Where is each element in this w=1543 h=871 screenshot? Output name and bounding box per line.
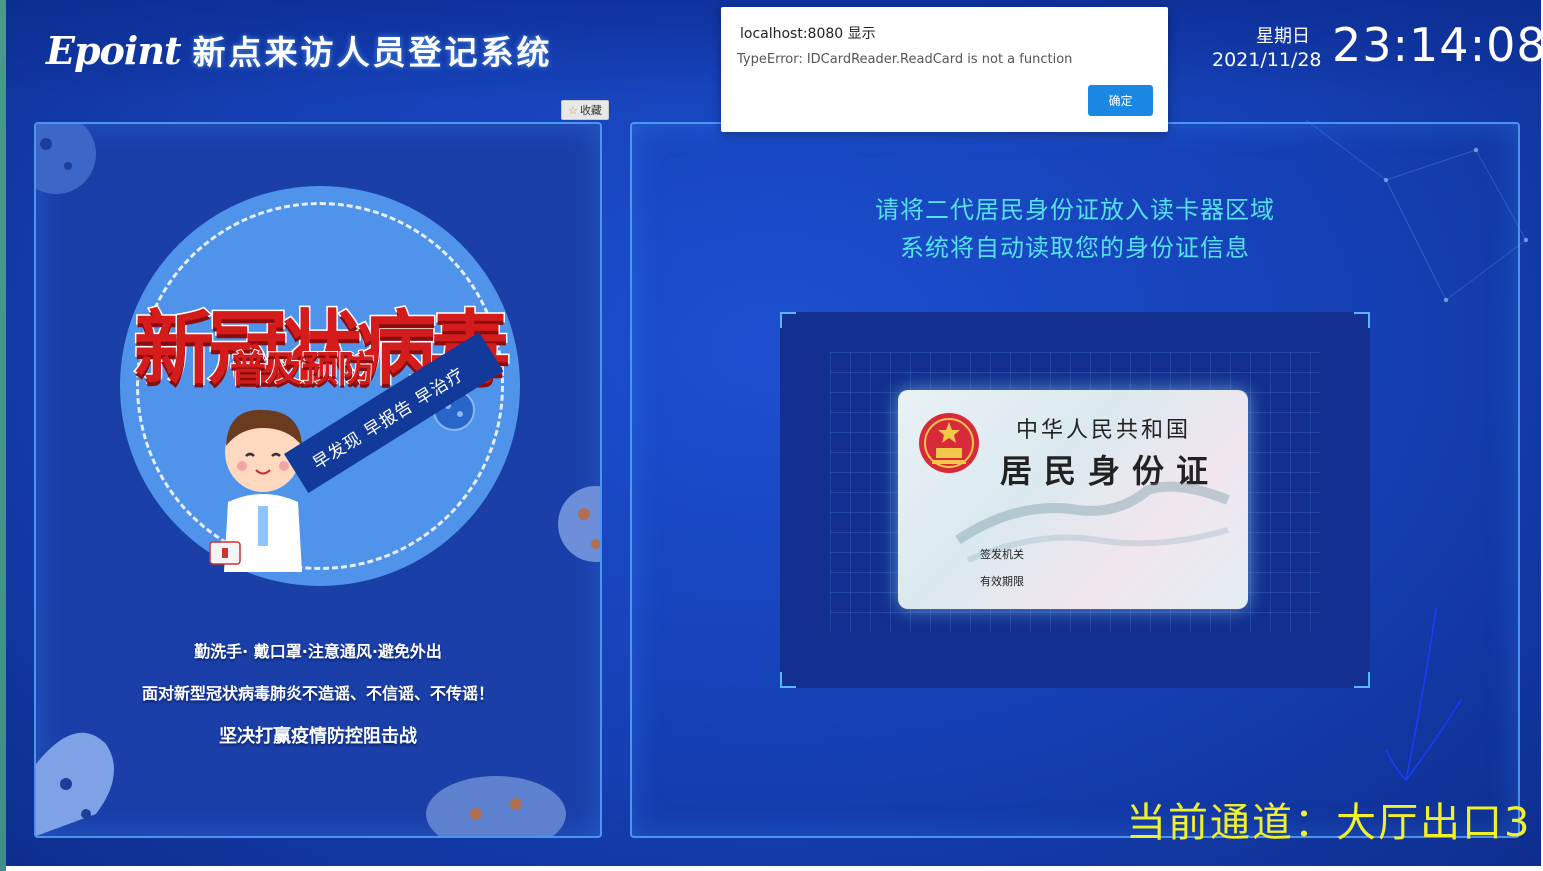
- corner-bracket: [780, 672, 796, 688]
- poster-slogan-2: 面对新型冠状病毒肺炎不造谣、不信谣、不传谣！: [141, 684, 494, 703]
- corner-bracket: [1354, 312, 1370, 328]
- poster-slogan-3: 坚决打赢疫情防控阻击战: [219, 726, 417, 747]
- dialog-title: localhost:8080 显示: [740, 26, 876, 42]
- poster-slogan-1: 勤洗手· 戴口罩·注意通风·避免外出: [194, 642, 442, 661]
- logo-mark: Epoint: [46, 27, 181, 73]
- card-reader-area: 中华人民共和国 居民身份证 签发机关 有效期限: [780, 312, 1370, 688]
- instruction-line-2: 系统将自动读取您的身份证信息: [900, 234, 1250, 262]
- clock-display: 23:14:08: [1332, 18, 1541, 72]
- weekday-label: 星期日: [1256, 26, 1310, 47]
- star-icon: ☆: [568, 103, 578, 117]
- favorite-button[interactable]: ☆ 收藏: [561, 100, 609, 120]
- dialog-message: TypeError: IDCardReader.ReadCard is not …: [737, 52, 1073, 67]
- id-card-issuer-label: 签发机关: [980, 548, 1024, 561]
- doctor-illustration: [209, 409, 302, 572]
- hand-drawn-annotation: [1385, 607, 1462, 781]
- system-title: 新点来访人员登记系统: [192, 33, 553, 72]
- instruction-line-1: 请将二代居民身份证放入读卡器区域: [875, 196, 1275, 224]
- corner-bracket: [780, 312, 796, 328]
- favorite-label: 收藏: [579, 104, 602, 117]
- id-card-pattern: [955, 481, 1230, 563]
- id-card-validity-label: 有效期限: [980, 575, 1024, 588]
- dialog-ok-button[interactable]: 确定: [1088, 85, 1153, 116]
- id-card-image: 中华人民共和国 居民身份证 签发机关 有效期限: [898, 390, 1248, 609]
- poster-panel: 新冠状病毒 普及预防 早发现 早报告 早治疗 勤洗手· 戴口罩·注意通风·避免外…: [34, 122, 602, 838]
- alert-dialog: localhost:8080 显示 TypeError: IDCardReade…: [721, 7, 1168, 132]
- brand-logo: Epoint 新点来访人员登记系统: [46, 26, 553, 74]
- date-label: 2021/11/28: [1212, 49, 1322, 71]
- current-channel: 当前通道：大厅出口3: [1126, 800, 1532, 846]
- poster-subheadline: 普及预防: [229, 348, 375, 391]
